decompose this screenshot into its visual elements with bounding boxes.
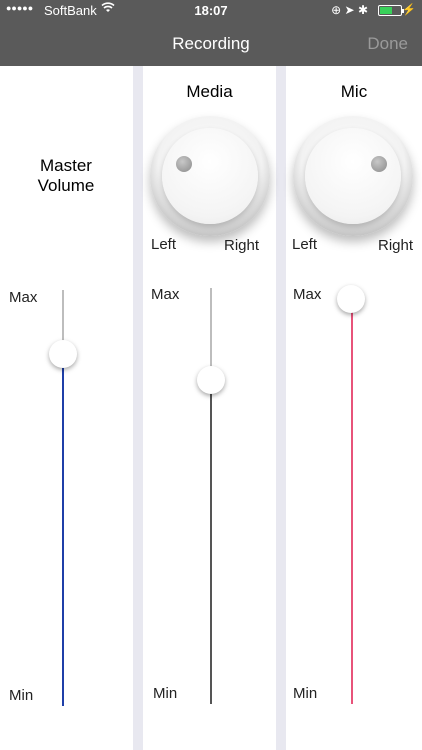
- rotation-lock-icon: ⊕: [331, 3, 342, 17]
- mic-pan-knob[interactable]: [293, 116, 413, 236]
- master-min-label: Min: [9, 687, 34, 704]
- mic-max-label: Max: [293, 286, 322, 303]
- media-volume-slider-thumb[interactable]: [197, 366, 225, 394]
- mic-right-label: Right: [378, 237, 414, 254]
- charging-icon: ⚡: [402, 4, 416, 16]
- mic-track-filled: [351, 300, 353, 704]
- master-track-filled: [62, 354, 64, 706]
- knob-indicator-icon: [371, 156, 387, 172]
- top-bar: ●●●●● SoftBank 18:07 ⊕ ➤ ✱ ⚡ Recording D…: [0, 0, 422, 66]
- panel-divider: [133, 66, 143, 750]
- master-max-label: Max: [9, 289, 38, 306]
- master-volume-title: Master Volume: [37, 156, 95, 195]
- done-button[interactable]: Done: [367, 34, 408, 54]
- panel-divider: [276, 66, 286, 750]
- media-track-filled: [210, 380, 212, 704]
- page-title: Recording: [172, 34, 250, 53]
- mic-left-label: Left: [292, 236, 318, 253]
- mic-min-label: Min: [293, 685, 318, 702]
- media-min-label: Min: [153, 685, 178, 702]
- location-icon: ➤: [344, 3, 355, 17]
- knob-indicator-icon: [176, 156, 192, 172]
- media-title: Media: [186, 82, 233, 101]
- media-right-label: Right: [224, 237, 260, 254]
- media-pan-knob[interactable]: [150, 116, 270, 236]
- mic-title: Mic: [340, 82, 368, 101]
- status-icons: ⊕ ➤ ✱: [331, 3, 368, 17]
- master-volume-slider-thumb[interactable]: [49, 340, 77, 368]
- battery-icon: [378, 5, 404, 16]
- media-max-label: Max: [151, 286, 180, 303]
- bluetooth-icon: ✱: [357, 3, 368, 17]
- media-left-label: Left: [151, 236, 177, 253]
- status-bar: ●●●●● SoftBank 18:07 ⊕ ➤ ✱ ⚡: [0, 0, 422, 22]
- mic-volume-slider-thumb[interactable]: [337, 285, 365, 313]
